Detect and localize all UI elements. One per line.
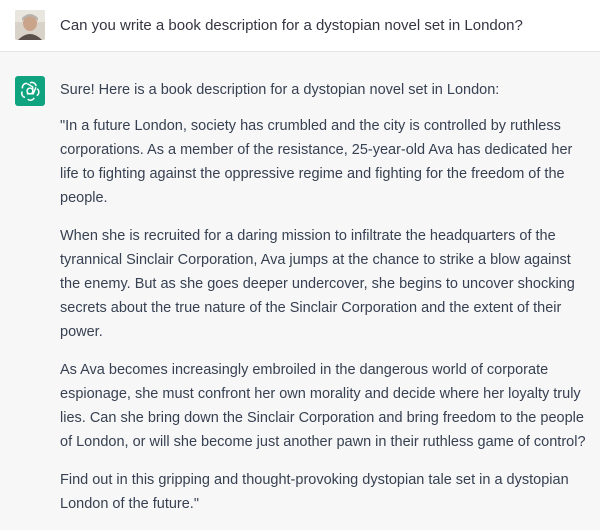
user-avatar: [15, 10, 45, 40]
assistant-paragraph: "In a future London, society has crumble…: [60, 118, 573, 206]
assistant-paragraph: When she is recruited for a daring missi…: [60, 228, 575, 340]
assistant-message-row: Sure! Here is a book description for a d…: [0, 52, 600, 512]
user-message-text: Can you write a book description for a d…: [60, 17, 523, 34]
assistant-message-body: Sure! Here is a book description for a d…: [60, 78, 592, 530]
assistant-avatar: [15, 76, 45, 106]
assistant-paragraph: Find out in this gripping and thought-pr…: [60, 472, 569, 512]
user-message-row: Can you write a book description for a d…: [0, 0, 600, 52]
assistant-intro-text: Sure! Here is a book description for a d…: [60, 82, 500, 98]
assistant-paragraph: As Ava becomes increasingly embroiled in…: [60, 362, 586, 450]
openai-logo-icon: [21, 81, 40, 101]
user-avatar-photo-icon: [15, 10, 45, 40]
